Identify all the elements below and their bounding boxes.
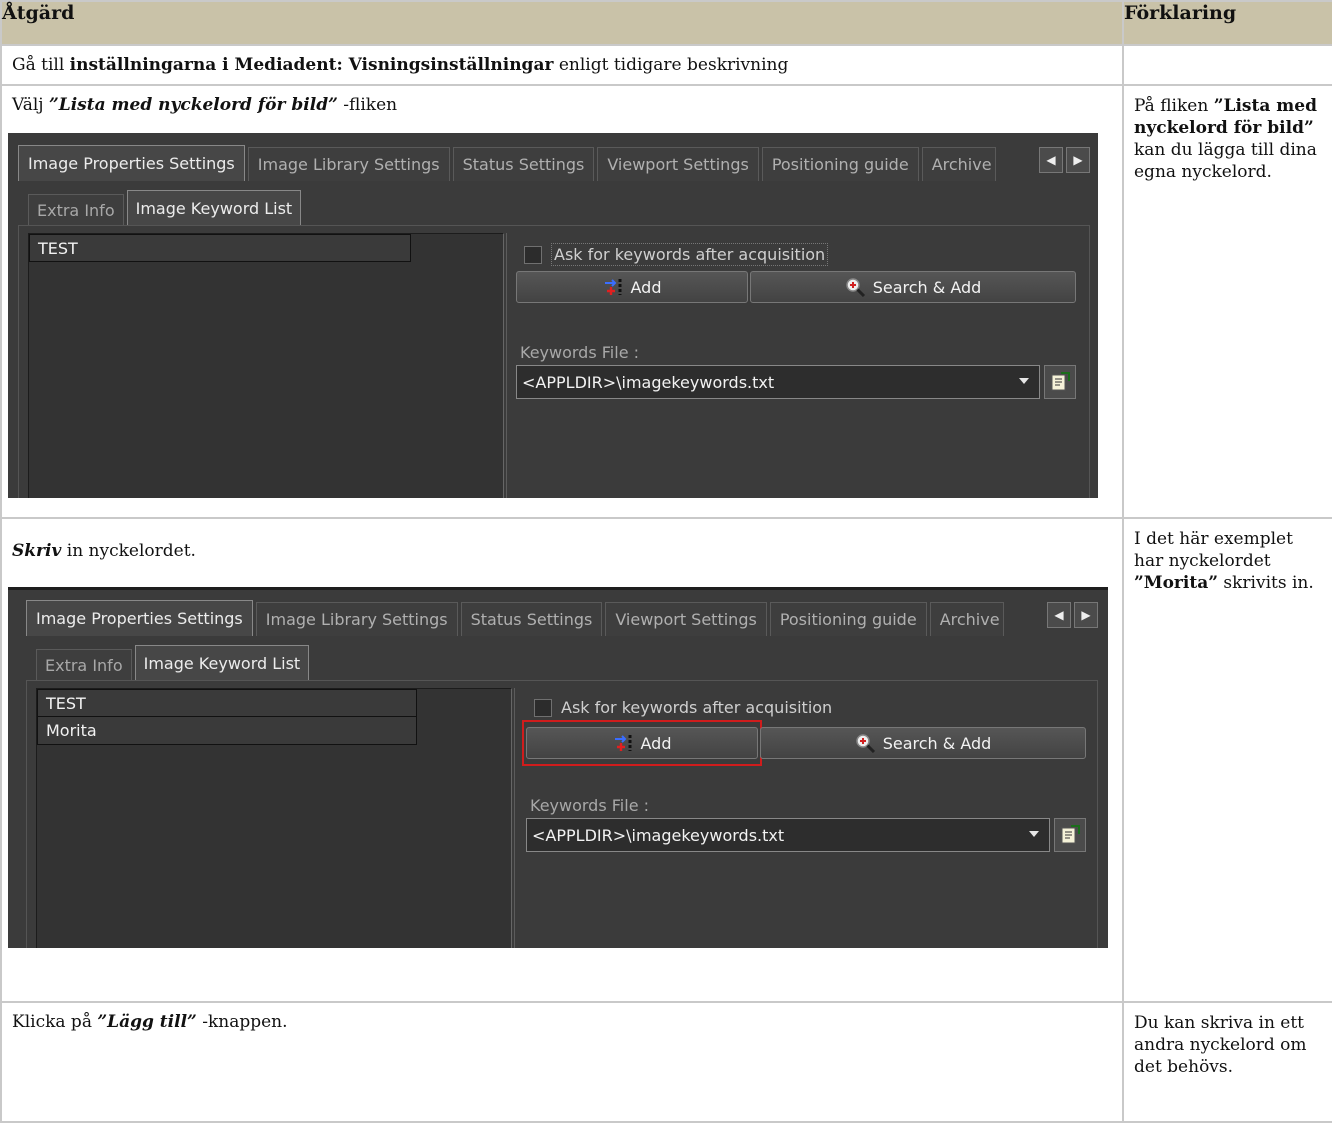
tab-status[interactable]: Status Settings	[452, 147, 595, 181]
scroll-right-icon[interactable]: ▶	[1066, 147, 1090, 173]
tab-viewport[interactable]: Viewport Settings	[605, 602, 767, 636]
subtab-extra-info[interactable]: Extra Info	[28, 194, 124, 226]
type-emphasis: Skriv	[12, 541, 62, 561]
add-button[interactable]: Add	[516, 271, 748, 303]
tab-viewport[interactable]: Viewport Settings	[597, 147, 759, 181]
ask-keywords-checkbox[interactable]	[524, 245, 542, 264]
keyword-item-new[interactable]: Morita	[37, 717, 417, 745]
browse-file-icon[interactable]	[1054, 818, 1086, 852]
ask-keywords-checkbox[interactable]	[534, 698, 552, 717]
dropdown-arrow-icon[interactable]	[1029, 831, 1039, 837]
keyword-list-2[interactable]: TEST Morita	[36, 688, 512, 948]
keyword-item[interactable]: TEST	[37, 689, 417, 717]
row1-explanation	[1122, 44, 1332, 86]
magnifier-icon	[855, 734, 875, 753]
keyword-list[interactable]: TEST	[28, 233, 504, 498]
magnifier-icon	[845, 278, 865, 297]
ask-keywords-label: Ask for keywords after acquisition	[561, 698, 833, 717]
search-add-button[interactable]: Search & Add	[750, 271, 1076, 303]
settings-tab-bar-2: Image Properties Settings Image Library …	[26, 600, 1007, 636]
tab-image-properties[interactable]: Image Properties Settings	[26, 600, 253, 636]
settings-tab-bar: Image Properties Settings Image Library …	[18, 145, 999, 181]
settings-path: inställningarna i Mediadent: Visningsins…	[69, 55, 554, 75]
subtab-extra-info[interactable]: Extra Info	[36, 649, 132, 681]
instruction-table: Åtgärd Förklaring Gå till inställningarn…	[0, 0, 1332, 1123]
keyword-item[interactable]: TEST	[29, 234, 411, 262]
tab-image-library[interactable]: Image Library Settings	[247, 147, 450, 181]
subtab-image-keyword-list[interactable]: Image Keyword List	[126, 190, 302, 226]
tab-archive[interactable]: Archive	[929, 602, 1004, 636]
scroll-right-icon[interactable]: ▶	[1074, 602, 1098, 628]
keywords-file-combo[interactable]: <APPLDIR>\imagekeywords.txt	[526, 818, 1050, 852]
header-action: Åtgärd	[0, 0, 1124, 46]
row2-action: Välj ”Lista med nyckelord för bild” -fli…	[0, 84, 1124, 519]
tab-status[interactable]: Status Settings	[460, 602, 603, 636]
scroll-left-icon[interactable]: ◀	[1047, 602, 1071, 628]
browse-file-icon[interactable]	[1044, 365, 1076, 399]
settings-screenshot-2: Image Properties Settings Image Library …	[8, 587, 1108, 948]
scroll-left-icon[interactable]: ◀	[1039, 147, 1063, 173]
dropdown-arrow-icon[interactable]	[1019, 378, 1029, 384]
settings-screenshot-1: Image Properties Settings Image Library …	[8, 133, 1098, 498]
keywords-file-label: Keywords File :	[520, 343, 640, 362]
subtab-bar-2: Extra Info Image Keyword List	[36, 645, 312, 681]
search-add-button[interactable]: Search & Add	[760, 727, 1086, 759]
tab-image-properties[interactable]: Image Properties Settings	[18, 145, 245, 181]
subtab-bar: Extra Info Image Keyword List	[28, 190, 304, 226]
tab-name-emphasis: ”Lista med nyckelord för bild”	[48, 95, 338, 115]
keywords-file-combo[interactable]: <APPLDIR>\imagekeywords.txt	[516, 365, 1040, 399]
row3-explanation: I det här exemplet har nyckelordet ”Mori…	[1122, 517, 1332, 1003]
row4-explanation: Du kan skriva in ett andra nyckelord om …	[1122, 1001, 1332, 1123]
tab-positioning-guide[interactable]: Positioning guide	[769, 602, 927, 636]
ask-keywords-label: Ask for keywords after acquisition	[551, 243, 829, 266]
header-explanation: Förklaring	[1122, 0, 1332, 46]
row2-explanation: På fliken ”Lista med nyckelord för bild”…	[1122, 84, 1332, 519]
row4-action: Klicka på ”Lägg till” -knappen.	[0, 1001, 1124, 1123]
tab-archive[interactable]: Archive	[921, 147, 996, 181]
row3-action: Skriv in nyckelordet. Image Properties S…	[0, 517, 1124, 1003]
add-button-emphasis: ”Lägg till”	[97, 1012, 197, 1032]
tab-image-library[interactable]: Image Library Settings	[255, 602, 458, 636]
add-arrows-icon	[604, 279, 621, 295]
tab-positioning-guide[interactable]: Positioning guide	[761, 147, 919, 181]
row1-action: Gå till inställningarna i Mediadent: Vis…	[0, 44, 1124, 86]
add-button-highlight	[522, 720, 762, 766]
subtab-image-keyword-list[interactable]: Image Keyword List	[134, 645, 310, 681]
keywords-file-label: Keywords File :	[530, 796, 650, 815]
